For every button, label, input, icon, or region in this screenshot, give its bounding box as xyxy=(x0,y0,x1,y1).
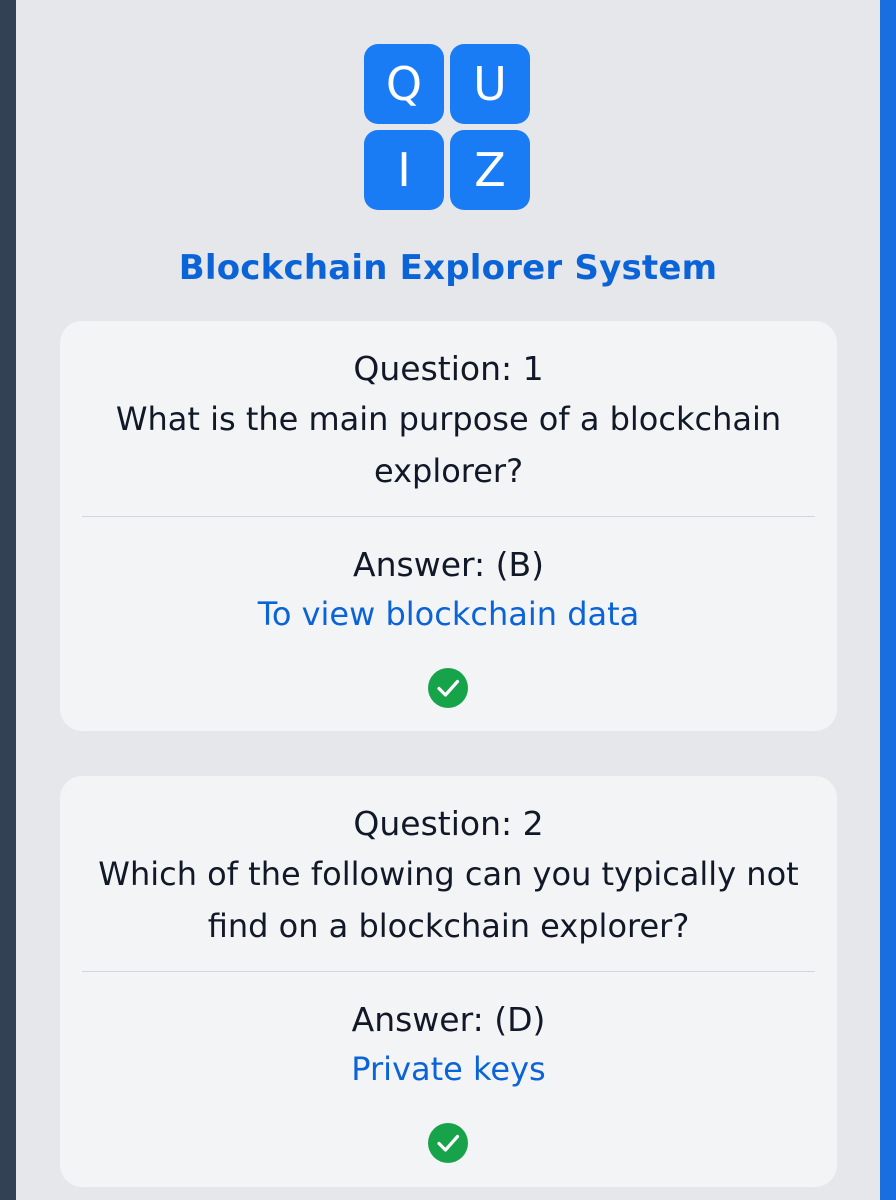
right-edge-strip xyxy=(880,0,896,1200)
question-label: Question: 2 xyxy=(353,804,544,843)
divider xyxy=(82,971,815,972)
question-text: Which of the following can you typically… xyxy=(98,855,799,945)
answer-text: Private keys xyxy=(351,1050,546,1088)
quiz-logo: Q U I Z xyxy=(364,44,532,212)
question-card: Question: 2 Which of the following can y… xyxy=(60,776,837,1187)
logo-tile-q: Q xyxy=(364,44,444,124)
logo-tile-u: U xyxy=(450,44,530,124)
answer-text: To view blockchain data xyxy=(257,595,640,633)
answer-label: Answer: (D) xyxy=(351,1000,546,1039)
logo-tile-z: Z xyxy=(450,130,530,210)
divider xyxy=(82,516,815,517)
page-title: Blockchain Explorer System xyxy=(178,248,718,288)
quiz-panel: Q U I Z Blockchain Explorer System Quest… xyxy=(16,0,880,1200)
question-label: Question: 1 xyxy=(353,349,544,388)
logo-tile-i: I xyxy=(364,130,444,210)
check-circle-icon xyxy=(428,668,468,708)
question-text: What is the main purpose of a blockchain… xyxy=(115,400,782,490)
check-circle-icon xyxy=(428,1123,468,1163)
answer-label: Answer: (B) xyxy=(353,545,544,584)
question-card: Question: 1 What is the main purpose of … xyxy=(60,321,837,731)
